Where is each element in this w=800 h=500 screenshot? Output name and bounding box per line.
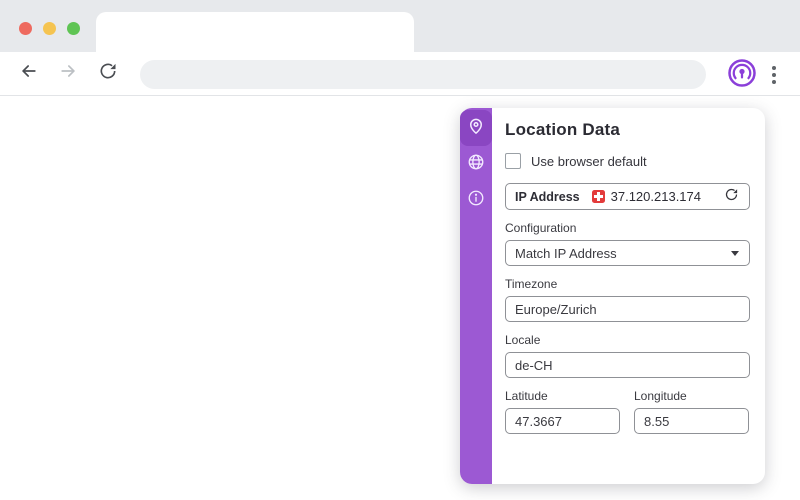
kebab-dot bbox=[772, 73, 776, 77]
timezone-label: Timezone bbox=[505, 277, 558, 291]
latitude-label: Latitude bbox=[505, 389, 548, 403]
latitude-input[interactable] bbox=[505, 408, 620, 434]
info-icon bbox=[467, 189, 485, 212]
window-maximize-button[interactable] bbox=[67, 22, 80, 35]
location-pin-icon bbox=[467, 117, 485, 140]
tab-strip bbox=[0, 0, 800, 52]
locale-label: Locale bbox=[505, 333, 541, 347]
reload-button[interactable] bbox=[97, 62, 119, 84]
use-browser-default-checkbox[interactable] bbox=[505, 153, 521, 169]
sidebar-item-location[interactable] bbox=[460, 110, 492, 146]
use-browser-default-row: Use browser default bbox=[505, 153, 750, 169]
longitude-col: Longitude bbox=[634, 389, 749, 434]
extension-popup: Location Data Use browser default IP Add… bbox=[460, 108, 765, 484]
ip-address-value: 37.120.213.174 bbox=[610, 189, 701, 204]
back-arrow-icon bbox=[19, 61, 39, 86]
browser-window: Location Data Use browser default IP Add… bbox=[0, 0, 800, 500]
configuration-label: Configuration bbox=[505, 221, 577, 235]
reload-icon bbox=[98, 61, 118, 86]
ip-address-label: IP Address bbox=[515, 189, 580, 204]
popup-title: Location Data bbox=[505, 120, 621, 139]
locale-input[interactable] bbox=[505, 352, 750, 378]
forward-arrow-icon bbox=[58, 61, 78, 86]
timezone-group: Timezone bbox=[505, 277, 750, 322]
back-button[interactable] bbox=[18, 62, 40, 84]
latitude-col: Latitude bbox=[505, 389, 620, 434]
configuration-value: Match IP Address bbox=[515, 245, 617, 261]
address-bar[interactable] bbox=[140, 60, 706, 89]
timezone-input[interactable] bbox=[505, 296, 750, 322]
browser-menu-button[interactable] bbox=[766, 61, 782, 89]
chevron-down-icon bbox=[731, 251, 739, 256]
configuration-group: Configuration Match IP Address bbox=[505, 221, 750, 266]
longitude-label: Longitude bbox=[634, 389, 687, 403]
latlong-group: Latitude Longitude bbox=[505, 389, 750, 434]
refresh-icon bbox=[724, 187, 739, 207]
ip-address-row: IP Address 37.120.213.174 bbox=[505, 183, 750, 210]
sidebar-item-info[interactable] bbox=[460, 182, 492, 218]
forward-button[interactable] bbox=[57, 62, 79, 84]
globe-icon bbox=[467, 153, 485, 176]
kebab-dot bbox=[772, 80, 776, 84]
kebab-dot bbox=[772, 66, 776, 70]
privacy-extension-icon bbox=[727, 58, 757, 93]
use-browser-default-label: Use browser default bbox=[531, 153, 647, 169]
window-close-button[interactable] bbox=[19, 22, 32, 35]
popup-content: Location Data Use browser default IP Add… bbox=[492, 108, 765, 484]
window-minimize-button[interactable] bbox=[43, 22, 56, 35]
longitude-input[interactable] bbox=[634, 408, 749, 434]
switzerland-flag-icon bbox=[591, 190, 605, 203]
locale-group: Locale bbox=[505, 333, 750, 378]
popup-sidebar bbox=[460, 108, 492, 484]
browser-tab[interactable] bbox=[96, 12, 414, 52]
extension-button[interactable] bbox=[726, 58, 758, 93]
configuration-select[interactable]: Match IP Address bbox=[505, 240, 750, 266]
refresh-ip-button[interactable] bbox=[722, 188, 740, 206]
sidebar-item-browser[interactable] bbox=[460, 146, 492, 182]
